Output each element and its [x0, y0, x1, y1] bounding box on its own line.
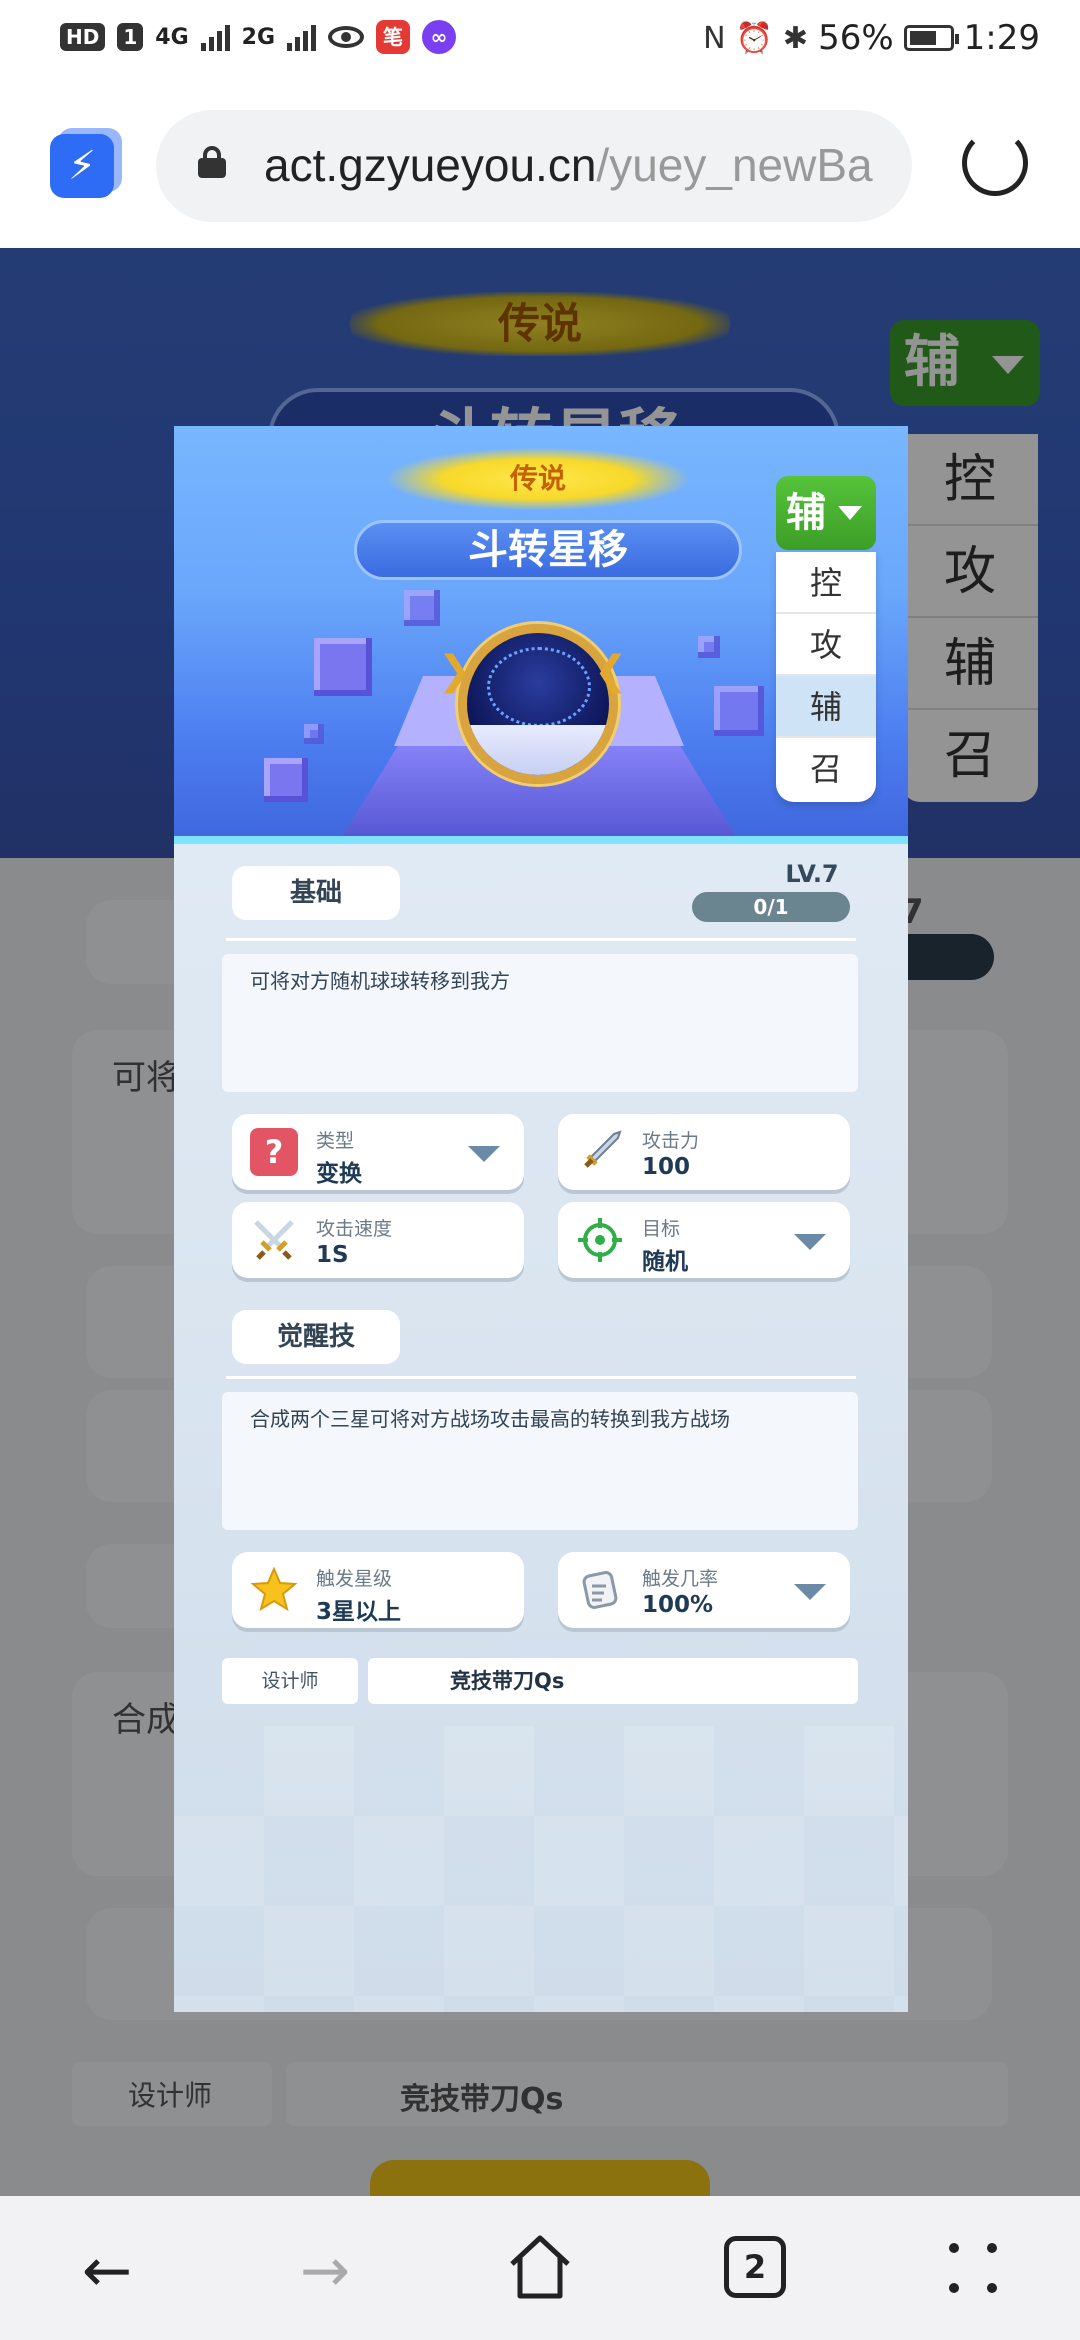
- skill-description: 可将对方随机球球转移到我方: [250, 969, 510, 993]
- stat-target-label: 目标: [642, 1218, 681, 1240]
- url-path: /yuey_newBa: [596, 139, 873, 191]
- skill-hero: 传说 斗转星移 ❯ ❯ 辅 控 攻 辅 召: [174, 426, 908, 844]
- divider: [226, 1376, 856, 1379]
- chevron-down-icon[interactable]: [794, 1234, 826, 1250]
- stat-attack-value: 100: [642, 1154, 691, 1180]
- dice-hand-icon: [582, 1571, 618, 1609]
- phone-screen: HD 1 4G 2G 笔 ∞ N ⏰ ✱ 56% 1:29 ⚡ act.gzyu…: [0, 0, 1080, 2340]
- tabs-count-button[interactable]: 2: [724, 2236, 786, 2298]
- skill-description-box: 可将对方随机球球转移到我方: [222, 954, 858, 1092]
- claw-decor-icon: ❯: [594, 648, 628, 694]
- bluetooth-icon: ✱: [782, 20, 809, 56]
- tab-basic[interactable]: 基础: [232, 866, 400, 920]
- signal-icon-2: [287, 23, 317, 51]
- network-4g-label: 4G: [155, 24, 189, 50]
- sword-icon: [584, 1130, 622, 1168]
- divider: [226, 938, 856, 941]
- decor-cube: [698, 636, 720, 658]
- crossed-swords-icon: [254, 1220, 294, 1260]
- signal-icon: [200, 23, 230, 51]
- type-dropdown-menu: 控 攻 辅 召: [776, 552, 876, 802]
- stat-target-value: 随机: [642, 1249, 688, 1275]
- battery-icon: [903, 25, 959, 51]
- question-icon: ?: [250, 1128, 298, 1176]
- designer-name: 竞技带刀Qs: [368, 1658, 858, 1704]
- forward-arrow-icon[interactable]: →: [290, 2236, 360, 2306]
- hero-divider: [174, 836, 908, 844]
- trigger-star-value: 3星以上: [316, 1599, 402, 1625]
- nfc-icon: N: [703, 20, 726, 56]
- stat-speed-value: 1S: [316, 1242, 349, 1268]
- more-menu-icon[interactable]: [946, 2238, 1000, 2298]
- home-icon[interactable]: [506, 2232, 574, 2302]
- decor-cube: [264, 758, 308, 802]
- stat-type[interactable]: ? 类型 变换: [232, 1114, 524, 1190]
- eye-comfort-icon: [328, 26, 365, 48]
- decor-cube: [314, 638, 372, 696]
- awaken-description-box: 合成两个三星可将对方战场攻击最高的转换到我方战场: [222, 1392, 858, 1530]
- app-notification-icon: 笔: [376, 20, 411, 54]
- stat-attack-label: 攻击力: [642, 1130, 700, 1152]
- type-option-attack[interactable]: 攻: [776, 614, 876, 676]
- url-domain: act.gzyueyou.cn: [264, 139, 597, 191]
- stat-speed: 攻击速度 1S: [232, 1202, 524, 1278]
- trigger-prob-value: 100%: [642, 1592, 714, 1618]
- type-option-support[interactable]: 辅: [776, 676, 876, 738]
- level-label: LV.7: [785, 860, 839, 888]
- reload-icon[interactable]: [962, 130, 1028, 196]
- decor-cube: [404, 590, 440, 626]
- battery-percent: 56%: [818, 18, 894, 58]
- tab-awaken[interactable]: 觉醒技: [232, 1310, 400, 1364]
- stat-attack: 攻击力 100: [558, 1114, 850, 1190]
- browser-nav-bar: ← → 2: [0, 2196, 1080, 2340]
- target-icon: [578, 1218, 622, 1262]
- type-dropdown[interactable]: 辅: [776, 476, 876, 550]
- trigger-star-label: 触发星级: [316, 1568, 393, 1590]
- chevron-down-icon[interactable]: [468, 1146, 500, 1162]
- modal-pattern-decor: [174, 1726, 908, 2012]
- claw-decor-icon: ❯: [438, 648, 472, 694]
- trigger-probability[interactable]: 触发几率 100%: [558, 1552, 850, 1628]
- skill-detail-modal: 传说 斗转星移 ❯ ❯ 辅 控 攻 辅 召 基础 LV.7 0/1 可将对方随机…: [174, 426, 908, 2012]
- chevron-down-icon: [838, 506, 862, 520]
- assistant-app-icon: ∞: [422, 20, 457, 54]
- url-text[interactable]: act.gzyueyou.cn/yuey_newBa: [264, 138, 873, 192]
- stat-target[interactable]: 目标 随机: [558, 1202, 850, 1278]
- alarm-icon: ⏰: [735, 20, 773, 56]
- status-bar: HD 1 4G 2G 笔 ∞ N ⏰ ✱ 56% 1:29: [0, 0, 1080, 82]
- level-progress-bar: 0/1: [692, 892, 850, 922]
- lock-icon: [198, 146, 226, 178]
- type-option-summon[interactable]: 召: [776, 738, 876, 800]
- status-left: HD 1 4G 2G 笔 ∞: [60, 20, 457, 54]
- network-2g-label: 2G: [241, 24, 276, 50]
- stat-type-value: 变换: [316, 1161, 362, 1187]
- type-dropdown-value: 辅: [786, 490, 826, 536]
- decor-cube: [304, 724, 324, 744]
- clock: 1:29: [963, 18, 1040, 58]
- star-icon: [250, 1566, 298, 1612]
- stat-speed-label: 攻击速度: [316, 1218, 393, 1240]
- browser-boost-icon[interactable]: ⚡: [50, 134, 114, 198]
- trigger-star: 触发星级 3星以上: [232, 1552, 524, 1628]
- browser-toolbar: ⚡ act.gzyueyou.cn/yuey_newBa: [0, 82, 1080, 248]
- sim-badge: 1: [117, 23, 144, 51]
- chevron-down-icon[interactable]: [794, 1584, 826, 1600]
- rarity-badge: 传说: [388, 448, 688, 510]
- designer-label: 设计师: [222, 1658, 358, 1704]
- address-bar[interactable]: act.gzyueyou.cn/yuey_newBa: [156, 110, 912, 222]
- type-option-control[interactable]: 控: [776, 552, 876, 614]
- skill-name-title: 斗转星移: [354, 520, 742, 580]
- hd-badge: HD: [60, 23, 106, 51]
- awaken-description: 合成两个三星可将对方战场攻击最高的转换到我方战场: [250, 1407, 730, 1431]
- status-right: N ⏰ ✱ 56% 1:29: [703, 18, 1040, 58]
- trigger-prob-label: 触发几率: [642, 1568, 719, 1590]
- back-arrow-icon[interactable]: ←: [72, 2236, 142, 2306]
- decor-cube: [714, 686, 764, 736]
- stat-type-label: 类型: [316, 1130, 355, 1152]
